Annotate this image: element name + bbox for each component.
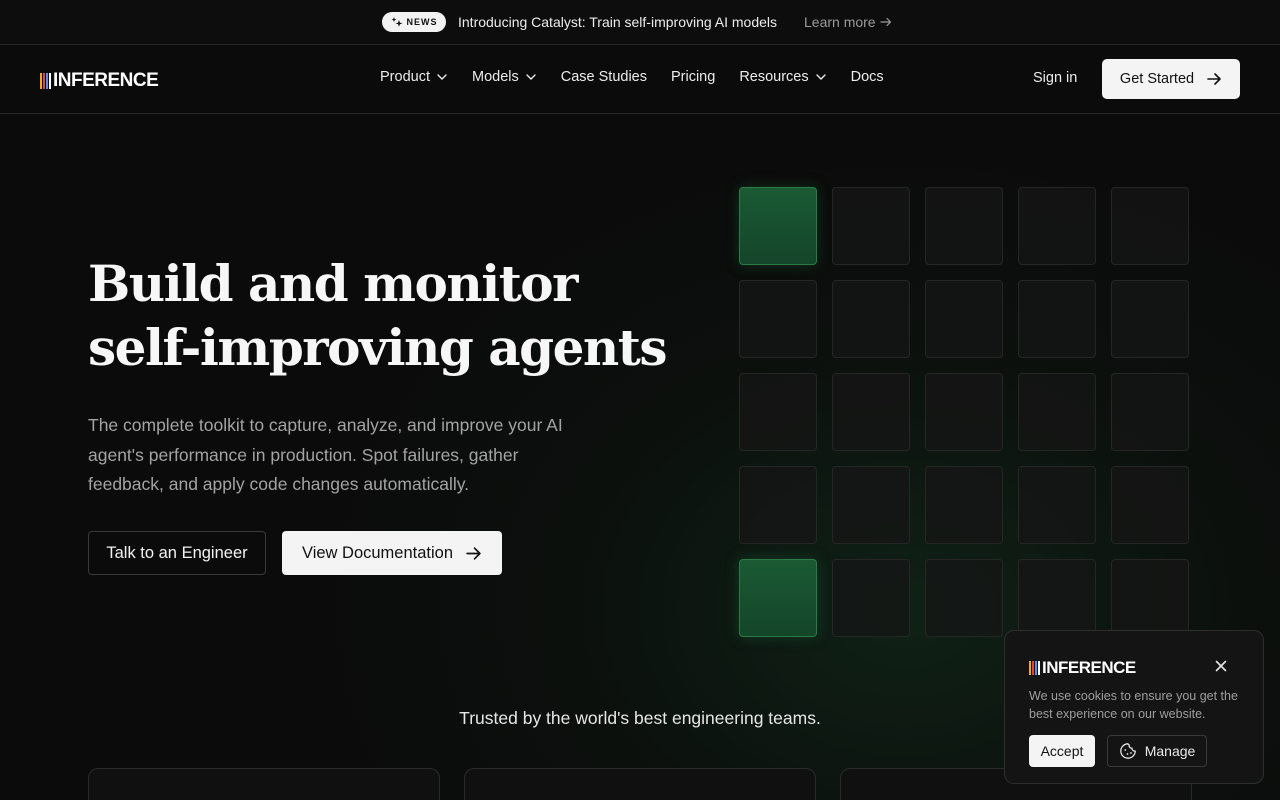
grid-cell [925, 187, 1003, 265]
cookie-logo: INFERENCE [1029, 658, 1136, 678]
grid-cell [1111, 559, 1189, 637]
grid-cell [832, 373, 910, 451]
news-badge-label: NEWS [406, 17, 438, 27]
get-started-label: Get Started [1119, 71, 1195, 87]
grid-cell [739, 373, 817, 451]
cookie-accept-button[interactable]: Accept [1029, 735, 1095, 767]
grid-cell [1018, 187, 1096, 265]
learn-more-link[interactable]: Learn more [804, 14, 892, 30]
cookie-manage-label: Manage [1144, 743, 1196, 759]
nav-item-product[interactable]: Product [380, 69, 448, 85]
arrow-right-icon [1207, 73, 1221, 85]
grid-cell [1018, 466, 1096, 544]
hero-title: Build and monitor self-improving agents [88, 252, 688, 380]
page: NEWS Introducing Catalyst: Train self-im… [0, 0, 1280, 800]
logo-stripe [1035, 661, 1037, 675]
logo-stripe [46, 73, 48, 89]
learn-more-label: Learn more [804, 14, 876, 30]
logo-stripe [1029, 661, 1031, 675]
grid-cell [832, 559, 910, 637]
get-started-button[interactable]: Get Started [1102, 59, 1240, 99]
logo-stripe [40, 73, 42, 89]
grid-cell [1111, 373, 1189, 451]
close-icon[interactable] [1213, 658, 1229, 674]
grid-cell [832, 280, 910, 358]
announcement-bar: NEWS Introducing Catalyst: Train self-im… [0, 0, 1280, 45]
grid-cell-active [739, 559, 817, 637]
grid-cell [832, 466, 910, 544]
logo-stripes-icon [1029, 661, 1040, 675]
customer-logo-card [464, 768, 816, 800]
nav-item-label: Product [380, 69, 430, 85]
grid-cell [925, 559, 1003, 637]
grid-cell [739, 466, 817, 544]
grid-cell [739, 280, 817, 358]
grid-cell [1018, 373, 1096, 451]
main-nav: INFERENCE Product Models Case Studies Pr… [0, 45, 1280, 114]
chevron-down-icon [815, 74, 826, 80]
news-badge: NEWS [382, 12, 446, 32]
grid-cell [1111, 466, 1189, 544]
logo-stripe [43, 73, 45, 89]
cookie-logo-text: INFERENCE [1042, 658, 1136, 677]
grid-cell [1111, 280, 1189, 358]
nav-item-label: Case Studies [560, 69, 647, 85]
arrow-right-icon [879, 17, 891, 27]
cookie-banner: INFERENCE We use cookies to ensure you g… [1004, 630, 1264, 784]
chevron-down-icon [526, 74, 536, 80]
cookie-manage-button[interactable]: Manage [1107, 735, 1207, 767]
nav-item-label: Docs [850, 69, 884, 85]
nav-item-label: Resources [739, 69, 809, 85]
logo-stripe [1032, 661, 1034, 675]
logo-stripe [49, 73, 51, 89]
view-documentation-button[interactable]: View Documentation [282, 531, 502, 575]
nav-item-case-studies[interactable]: Case Studies [561, 69, 647, 85]
nav-item-models[interactable]: Models [472, 69, 537, 85]
grid-cell [925, 280, 1003, 358]
hero-title-line: self-improving agents [88, 318, 668, 377]
cookie-message: We use cookies to ensure you get the bes… [1029, 689, 1238, 721]
grid-cell [1018, 280, 1096, 358]
grid-cell [925, 373, 1003, 451]
talk-to-engineer-button[interactable]: Talk to an Engineer [88, 531, 266, 575]
logo[interactable]: INFERENCE [40, 70, 159, 92]
grid-cell-active [739, 187, 817, 265]
grid-cell [1018, 559, 1096, 637]
logo-text: INFERENCE [53, 70, 159, 91]
arrow-right-icon [466, 546, 481, 560]
customer-logo-card [88, 768, 440, 800]
hero-subtitle: The complete toolkit to capture, analyze… [88, 415, 563, 494]
announcement-text: Introducing Catalyst: Train self-improvi… [458, 14, 778, 30]
cookie-icon [1119, 743, 1136, 759]
sign-in-link[interactable]: Sign in [1033, 70, 1077, 86]
logo-stripes-icon [40, 73, 51, 89]
nav-item-label: Models [471, 69, 519, 85]
logo-stripe [1038, 661, 1040, 675]
view-documentation-label: View Documentation [301, 543, 454, 562]
nav-item-resources[interactable]: Resources [739, 69, 826, 85]
chevron-down-icon [437, 74, 447, 80]
grid-cell [925, 466, 1003, 544]
grid-cell [832, 187, 910, 265]
nav-item-pricing[interactable]: Pricing [671, 69, 715, 85]
grid-cell [1111, 187, 1189, 265]
nav-item-label: Pricing [670, 69, 716, 85]
hero-title-line: Build and monitor [88, 254, 578, 313]
hero-grid [739, 187, 1189, 637]
nav-menu: Product Models Case Studies Pricing Reso… [380, 69, 908, 85]
sparkle-icon [391, 17, 402, 27]
nav-item-docs[interactable]: Docs [851, 69, 884, 85]
